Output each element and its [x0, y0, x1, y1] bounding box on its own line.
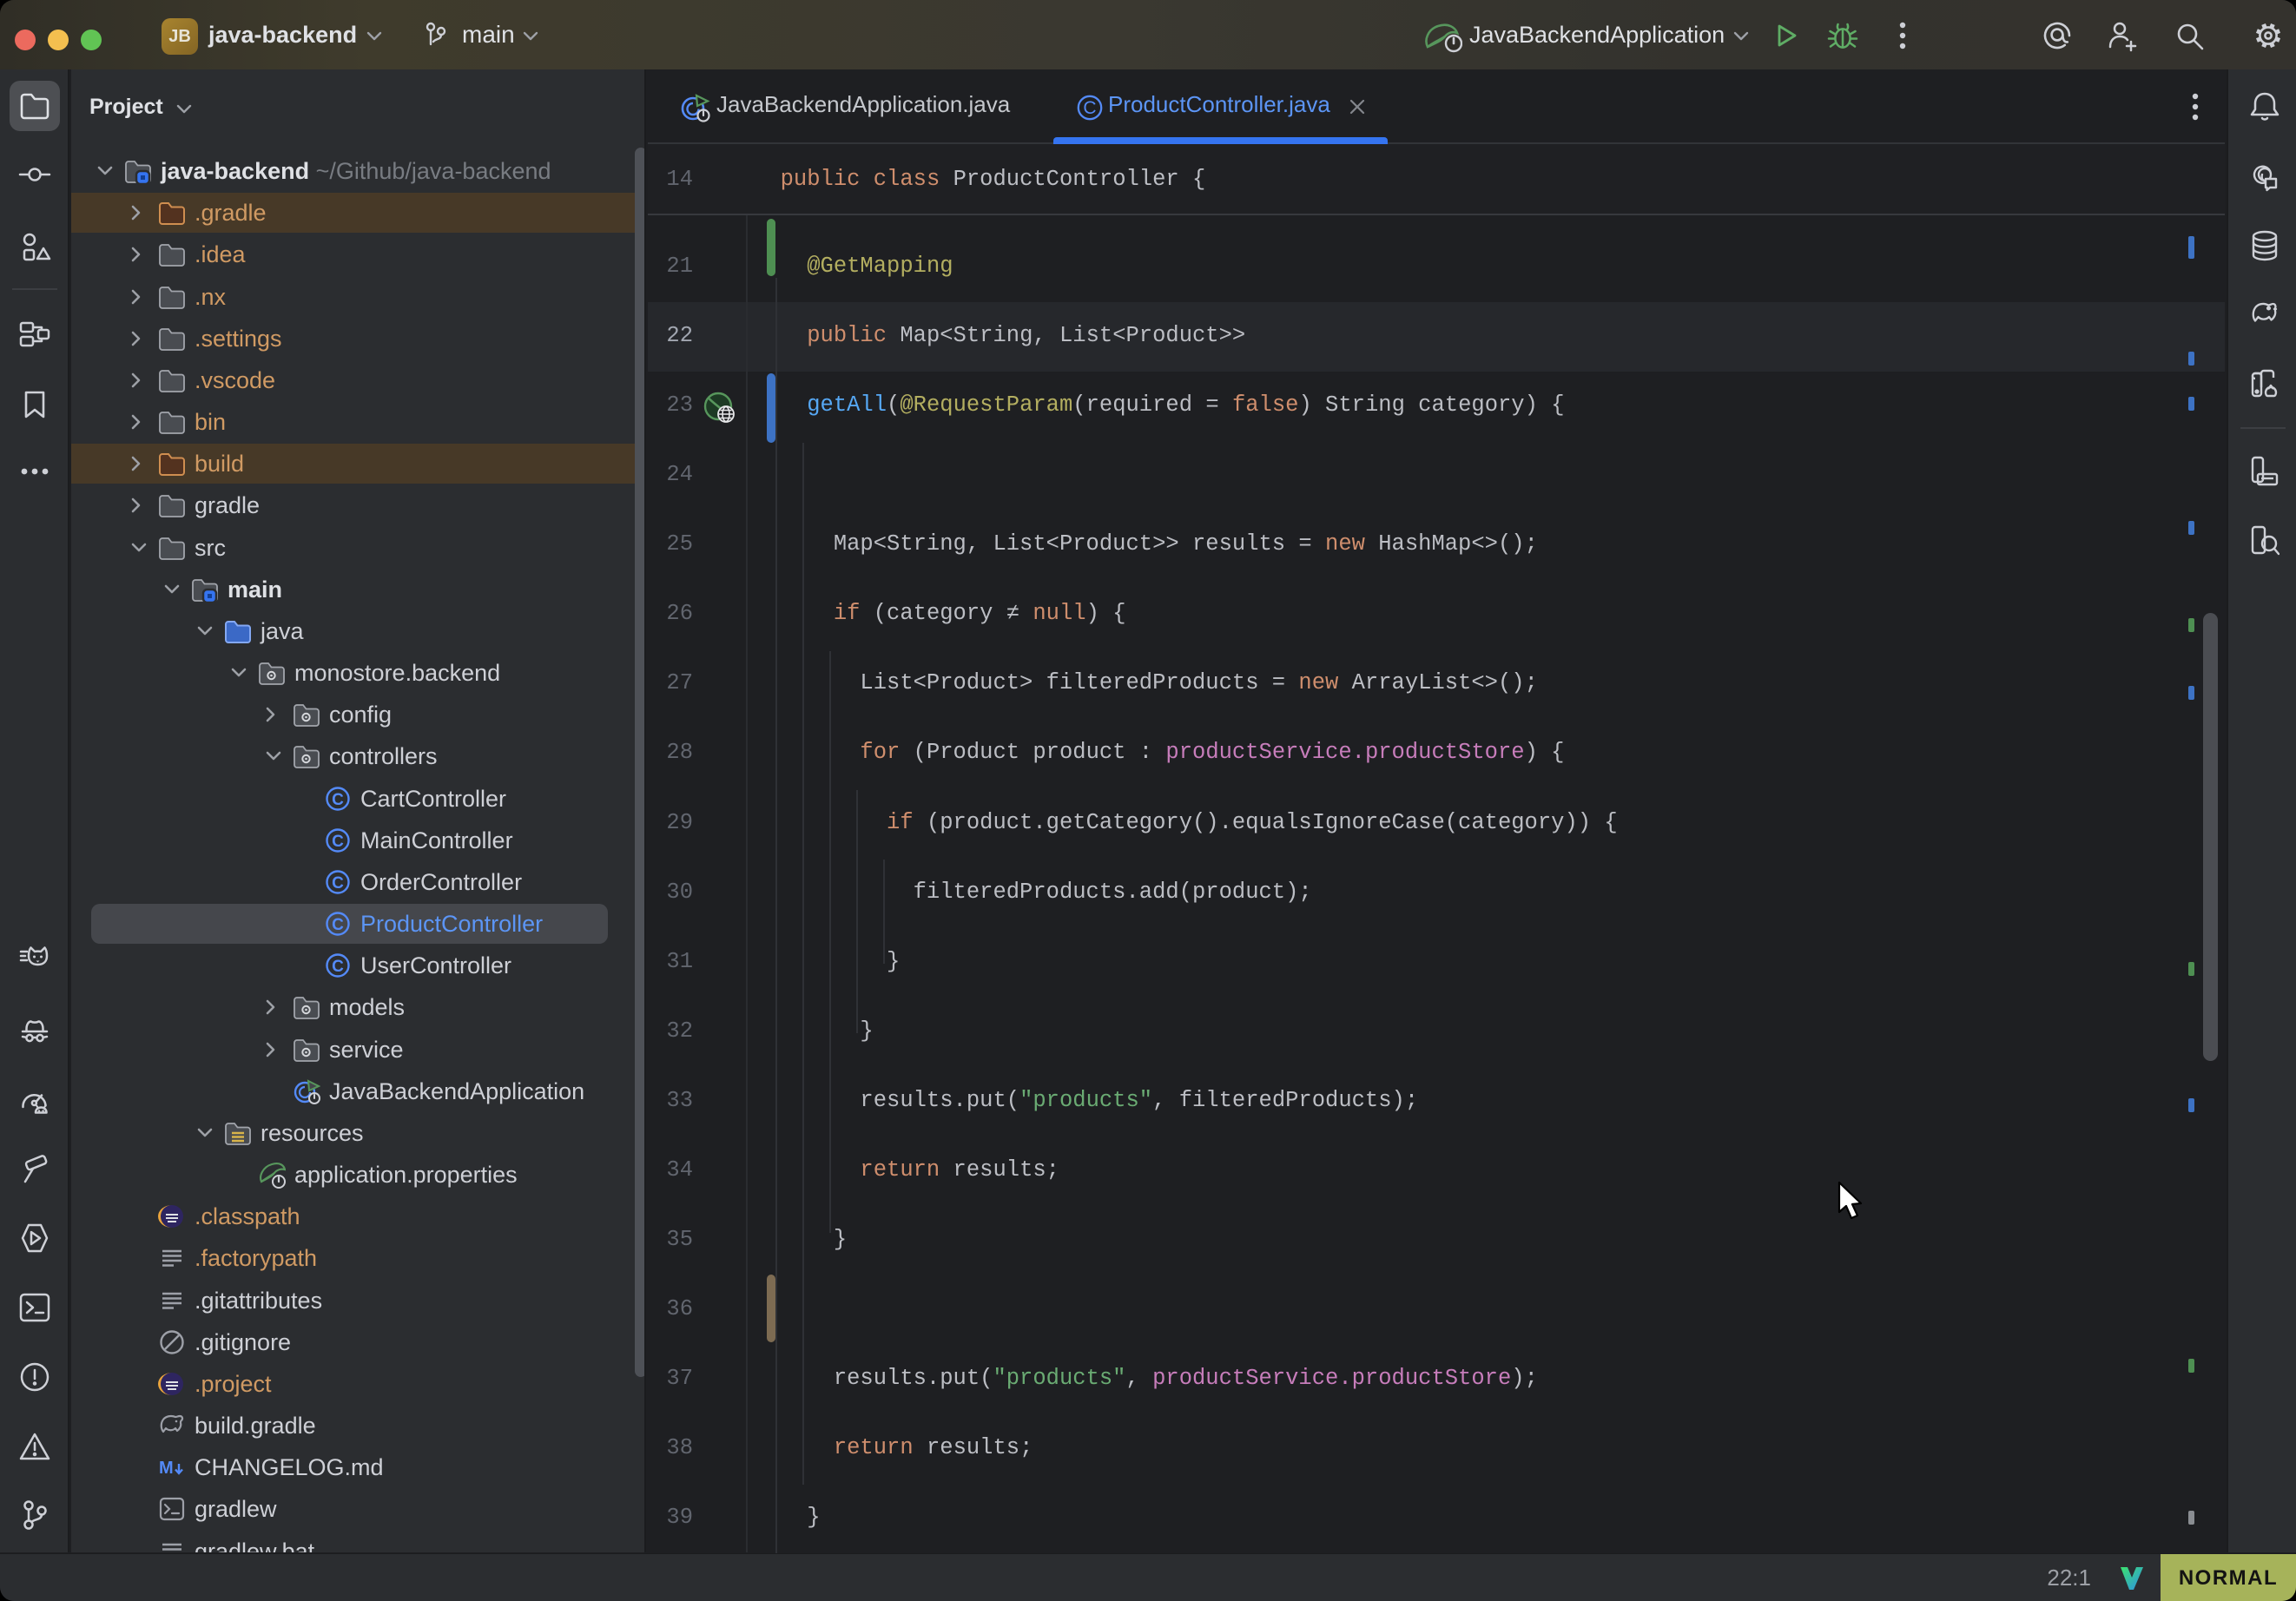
svg-text:C: C	[332, 833, 344, 851]
svg-text:C: C	[332, 958, 344, 976]
svg-text:C: C	[332, 874, 344, 893]
svg-text:C: C	[1083, 98, 1096, 118]
svg-text:C: C	[332, 791, 344, 809]
svg-text:M: M	[159, 1459, 174, 1478]
svg-text:C: C	[332, 916, 344, 934]
